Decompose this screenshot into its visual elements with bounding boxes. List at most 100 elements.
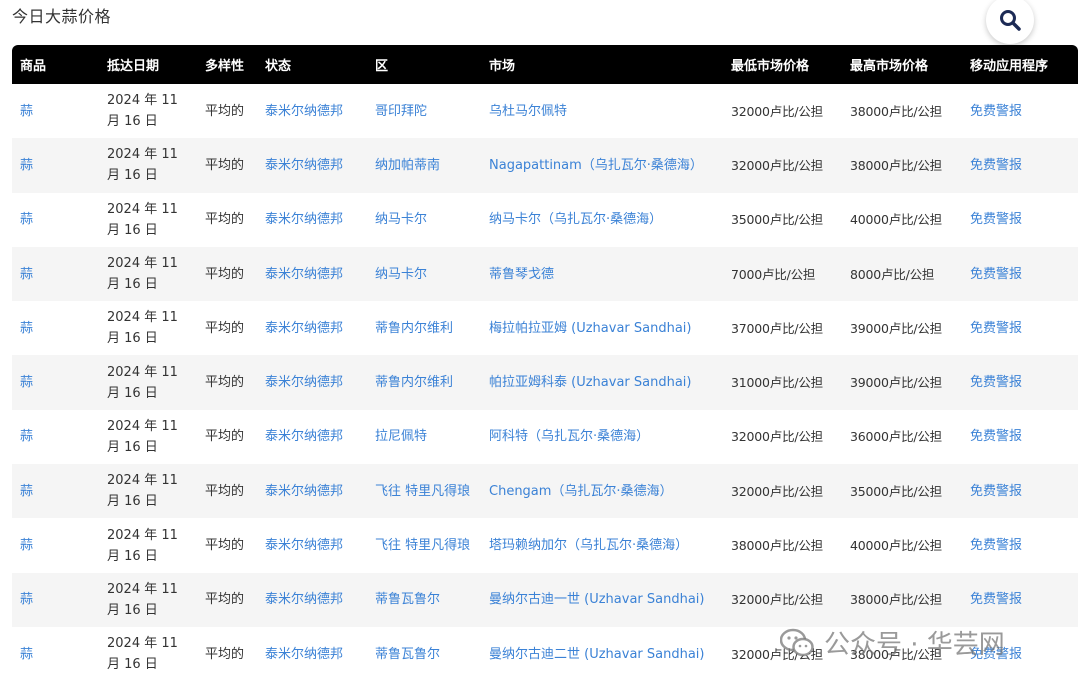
state-link[interactable]: 泰米尔纳德邦 (257, 627, 367, 681)
market-link[interactable]: 阿科特（乌扎瓦尔·桑德海） (481, 410, 723, 464)
market-link[interactable]: 帕拉亚姆科泰 (Uzhavar Sandhai) (481, 355, 723, 409)
min-price: 38000卢比/公担 (731, 538, 823, 554)
state-link[interactable]: 泰米尔纳德邦 (257, 573, 367, 627)
max-price: 39000卢比/公担 (850, 375, 942, 391)
market-link[interactable]: 曼纳尔古迪二世 (Uzhavar Sandhai) (481, 627, 723, 681)
max-price: 36000卢比/公担 (850, 429, 942, 445)
max-price: 38000卢比/公担 (850, 646, 942, 662)
commodity-link[interactable]: 蒜 (12, 518, 99, 572)
min-price: 32000卢比/公担 (731, 157, 823, 173)
column-header-state: 状态 (265, 59, 292, 74)
free-alert-link[interactable]: 免费警报 (962, 410, 1078, 464)
state-link[interactable]: 泰米尔纳德邦 (257, 301, 367, 355)
state-link[interactable]: 泰米尔纳德邦 (257, 84, 367, 138)
min-price: 32000卢比/公担 (731, 483, 823, 499)
district-link[interactable]: 纳马卡尔 (367, 247, 481, 301)
free-alert-link[interactable]: 免费警报 (962, 355, 1078, 409)
free-alert-link[interactable]: 免费警报 (962, 84, 1078, 138)
commodity-link[interactable]: 蒜 (12, 464, 99, 518)
column-header-market: 市场 (489, 59, 516, 74)
arrival-date: 2024 年 11 月 16 日 (107, 418, 178, 455)
district-link[interactable]: 飞往 特里凡得琅 (367, 464, 481, 518)
district-link[interactable]: 飞往 特里凡得琅 (367, 518, 481, 572)
commodity-link[interactable]: 蒜 (12, 247, 99, 301)
table-row: 蒜 2024 年 11 月 16 日 平均的 泰米尔纳德邦 纳加帕蒂南 Nagapatti… (12, 138, 1078, 193)
table-body: 蒜 2024 年 11 月 16 日平均的 泰米尔纳德邦 哥印拜陀 乌杜马尔佩特 3200… (12, 84, 1078, 682)
min-price: 35000卢比/公担 (731, 212, 823, 228)
arrival-date: 2024 年 11 月 16 日 (107, 473, 178, 510)
variety: 平均的 (205, 266, 245, 282)
price-table-container: 商品 抵达日期 多样性 状态区市场 最低市场价格 最高市场价格 移动应用程序 蒜 2024 年… (12, 45, 1078, 688)
commodity-link[interactable]: 蒜 (12, 627, 99, 681)
market-link[interactable]: 梅拉帕拉亚姆 (Uzhavar Sandhai) (481, 301, 723, 355)
free-alert-link[interactable]: 免费警报 (962, 464, 1078, 518)
price-table: 商品 抵达日期 多样性 状态区市场 最低市场价格 最高市场价格 移动应用程序 蒜 2024 年… (12, 45, 1078, 682)
free-alert-link[interactable]: 免费警报 (962, 138, 1078, 192)
arrival-date: 2024 年 11 月 16 日 (107, 364, 178, 401)
free-alert-link[interactable]: 免费警报 (962, 518, 1078, 572)
max-price: 38000卢比/公担 (850, 157, 942, 173)
variety: 平均的 (205, 483, 245, 499)
variety: 平均的 (205, 592, 245, 608)
state-link[interactable]: 泰米尔纳德邦 (257, 518, 367, 572)
min-price: 32000卢比/公担 (731, 592, 823, 608)
search-button[interactable] (986, 0, 1034, 44)
table-header-row: 商品 抵达日期 多样性 状态 区 市场 最低市场价格 最高市场价格 移动应用程序 (12, 45, 1078, 84)
commodity-link[interactable]: 蒜 (12, 355, 99, 409)
state-link[interactable]: 泰米尔纳德邦 (257, 464, 367, 518)
variety: 平均的 (205, 157, 245, 173)
state-link[interactable]: 泰米尔纳德邦 (257, 355, 367, 409)
arrival-date: 2024 年 11 月 16 日 (107, 527, 178, 564)
district-link[interactable]: 蒂鲁瓦鲁尔 (367, 573, 481, 627)
table-row: 蒜 2024 年 11 月 16 日 平均的 泰米尔纳德邦 蒂鲁瓦鲁尔 曼纳尔古迪二世 (… (12, 626, 1078, 682)
search-icon (999, 9, 1021, 31)
free-alert-link[interactable]: 免费警报 (962, 193, 1078, 247)
state-link[interactable]: 泰米尔纳德邦 (257, 410, 367, 464)
free-alert-link[interactable]: 免费警报 (962, 627, 1078, 681)
commodity-link[interactable]: 蒜 (12, 301, 99, 355)
arrival-date: 2024 年 11 月 16 日 (107, 201, 178, 238)
commodity-link[interactable]: 蒜 (12, 410, 99, 464)
free-alert-link[interactable]: 免费警报 (962, 247, 1078, 301)
market-link[interactable]: Chengam（乌扎瓦尔·桑德海） (481, 464, 723, 518)
commodity-link[interactable]: 蒜 (12, 193, 99, 247)
variety: 平均的 (205, 538, 245, 554)
market-link[interactable]: 纳马卡尔（乌扎瓦尔·桑德海） (481, 193, 723, 247)
table-row: 蒜 2024 年 11 月 16 日 平均的 泰米尔纳德邦 蒂鲁内尔维利 帕拉亚姆科泰 (… (12, 355, 1078, 410)
arrival-date: 2024 年 11 月 16 日 (107, 636, 178, 673)
market-link[interactable]: 乌杜马尔佩特 (481, 84, 723, 138)
district-link[interactable]: 哥印拜陀 (367, 84, 481, 138)
variety: 平均的 (205, 320, 245, 336)
max-price: 38000卢比/公担 (850, 103, 942, 119)
min-price: 32000卢比/公担 (731, 429, 823, 445)
max-price: 35000卢比/公担 (850, 483, 942, 499)
district-link[interactable]: 纳马卡尔 (367, 193, 481, 247)
market-link[interactable]: Nagapattinam（乌扎瓦尔·桑德海） (481, 138, 723, 192)
district-link[interactable]: 拉尼佩特 (367, 410, 481, 464)
state-link[interactable]: 泰米尔纳德邦 (257, 247, 367, 301)
district-link[interactable]: 蒂鲁内尔维利 (367, 301, 481, 355)
variety: 平均的 (205, 212, 245, 228)
min-price: 37000卢比/公担 (731, 320, 823, 336)
commodity-link[interactable]: 蒜 (12, 84, 99, 138)
table-row: 蒜 2024 年 11 月 16 日 平均的 泰米尔纳德邦 飞往 特里凡得琅 Chenga… (12, 464, 1078, 519)
free-alert-link[interactable]: 免费警报 (962, 573, 1078, 627)
page: 今日大蒜价格 商品 抵达日期 多样性 状态区市场 最低市场价格 最高市场价格 移动应用程序 … (0, 0, 1080, 688)
max-price: 40000卢比/公担 (850, 212, 942, 228)
market-link[interactable]: 曼纳尔古迪一世 (Uzhavar Sandhai) (481, 573, 723, 627)
commodity-link[interactable]: 蒜 (12, 138, 99, 192)
market-link[interactable]: 塔玛赖纳加尔（乌扎瓦尔·桑德海） (481, 518, 723, 572)
max-price: 40000卢比/公担 (850, 538, 942, 554)
district-link[interactable]: 纳加帕蒂南 (367, 138, 481, 192)
arrival-date: 2024 年 11 月 16 日 (107, 310, 178, 347)
table-row: 蒜 2024 年 11 月 16 日 平均的 泰米尔纳德邦 蒂鲁瓦鲁尔 曼纳尔古迪一世 (… (12, 572, 1078, 627)
free-alert-link[interactable]: 免费警报 (962, 301, 1078, 355)
state-link[interactable]: 泰米尔纳德邦 (257, 138, 367, 192)
state-link[interactable]: 泰米尔纳德邦 (257, 193, 367, 247)
district-link[interactable]: 蒂鲁内尔维利 (367, 355, 481, 409)
column-header-commodity: 商品 (20, 59, 47, 74)
variety: 平均的 (205, 375, 245, 391)
commodity-link[interactable]: 蒜 (12, 573, 99, 627)
district-link[interactable]: 蒂鲁瓦鲁尔 (367, 627, 481, 681)
market-link[interactable]: 蒂鲁琴戈德 (481, 247, 723, 301)
